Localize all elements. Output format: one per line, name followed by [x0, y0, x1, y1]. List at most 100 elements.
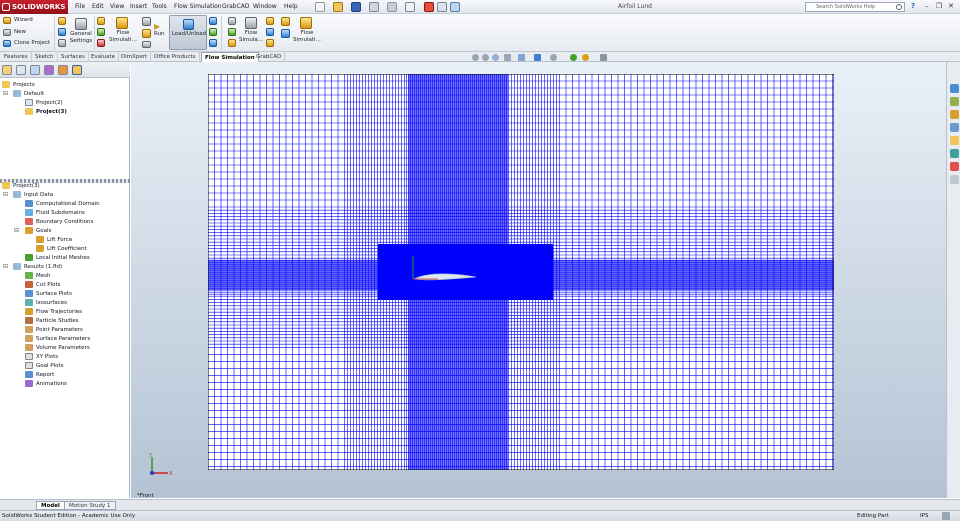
tree-item[interactable]: Fluid Subdomains [25, 209, 85, 217]
section-view-icon[interactable] [504, 54, 511, 61]
ribbon-small-icon[interactable] [142, 29, 151, 38]
feature-tree-tab-icon[interactable] [2, 65, 12, 75]
solidworks-resources-icon[interactable] [950, 84, 959, 93]
tree-item[interactable]: Boundary Conditions [25, 218, 93, 226]
custom-properties-icon[interactable] [950, 162, 959, 171]
clone-project-button[interactable]: Clone Project [14, 40, 50, 47]
save-icon[interactable] [351, 2, 361, 12]
load-unload-button[interactable]: Load/Unload [169, 15, 207, 50]
menu-flow-simulation[interactable]: Flow Simulation [174, 0, 222, 14]
menu-file[interactable]: File [75, 0, 85, 14]
display-manager-tab-icon[interactable] [58, 65, 68, 75]
new-project-button[interactable]: New [14, 29, 26, 36]
ribbon-small-icon[interactable] [58, 39, 66, 47]
collapse-icon[interactable]: ⊟ [3, 90, 8, 98]
ribbon-small-icon[interactable] [228, 17, 236, 25]
tree-item[interactable]: Computational Domain [25, 200, 100, 208]
ribbon-small-icon[interactable] [266, 17, 274, 25]
result-item[interactable]: Flow Trajectories [25, 308, 82, 316]
results-node[interactable]: Results (1.fld) [13, 263, 62, 271]
options-icon[interactable] [450, 2, 460, 12]
search-help-input[interactable]: Search SolidWorks Help [805, 2, 905, 12]
status-units[interactable]: IPS [920, 511, 928, 521]
ribbon-small-icon[interactable] [142, 17, 151, 26]
ribbon-small-icon[interactable] [97, 17, 105, 25]
ribbon-small-icon[interactable] [97, 28, 105, 36]
result-item[interactable]: Goal Plots [25, 362, 64, 370]
ribbon-small-icon[interactable] [228, 39, 236, 47]
close-icon[interactable]: ✕ [946, 2, 956, 11]
ribbon-small-icon[interactable] [281, 17, 290, 26]
solidworks-logo[interactable]: SOLIDWORKS [0, 0, 68, 14]
ribbon-small-icon[interactable] [142, 41, 151, 48]
wizard-button[interactable]: Wizard [14, 17, 33, 24]
flow-simulation-tools-button[interactable]: Flow Simulati... [292, 30, 322, 44]
tab-office-products[interactable]: Office Products [151, 52, 200, 62]
result-item[interactable]: Mesh [25, 272, 50, 280]
hide-show-items-icon[interactable] [550, 54, 557, 61]
menu-window[interactable]: Window [253, 0, 277, 14]
menu-help[interactable]: Help [284, 0, 298, 14]
view-orientation-icon[interactable] [518, 54, 525, 61]
ribbon-small-icon[interactable] [58, 28, 66, 36]
tree-item[interactable]: Local Initial Meshes [25, 254, 90, 262]
projects-root[interactable]: Projects [2, 81, 35, 89]
ribbon-small-icon[interactable] [209, 39, 217, 47]
tab-motion-study[interactable]: Motion Study 1 [64, 501, 116, 510]
flow-simulation-button[interactable]: Flow Simulati... [108, 30, 138, 44]
result-item[interactable]: Isosurfaces [25, 299, 67, 307]
result-item[interactable]: XY Plots [25, 353, 58, 361]
collapse-icon[interactable]: ⊟ [3, 263, 8, 271]
select-arrow-icon[interactable] [405, 2, 415, 12]
apply-scene-icon[interactable] [582, 54, 589, 61]
menu-view[interactable]: View [110, 0, 124, 14]
goal-item[interactable]: Lift Coefficient [36, 245, 87, 253]
configuration-manager-tab-icon[interactable] [30, 65, 40, 75]
result-item[interactable]: Surface Plots [25, 290, 72, 298]
minimize-icon[interactable]: – [922, 2, 932, 11]
result-item[interactable]: Surface Parameters [25, 335, 90, 343]
default-config[interactable]: Default [13, 90, 44, 98]
project-item[interactable]: Project(2) [25, 99, 63, 107]
analysis-tree-root[interactable]: Project(3) [2, 182, 40, 190]
edit-appearance-icon[interactable] [570, 54, 577, 61]
project-item-active[interactable]: Project(3) [25, 108, 67, 116]
result-item[interactable]: Volume Parameters [25, 344, 90, 352]
collapse-icon[interactable]: ⊟ [14, 227, 19, 235]
run-button[interactable]: Run [154, 31, 165, 38]
tree-item[interactable]: Goals [25, 227, 51, 235]
ribbon-small-icon[interactable] [209, 17, 217, 25]
new-document-icon[interactable] [315, 2, 325, 12]
tab-grabcad[interactable]: GrabCAD [253, 52, 286, 62]
appearances-icon[interactable] [950, 149, 959, 158]
undo-icon[interactable] [387, 2, 397, 12]
mesh-plot[interactable] [208, 74, 834, 470]
menu-edit[interactable]: Edit [92, 0, 104, 14]
search-icon[interactable] [896, 4, 902, 10]
ribbon-small-icon[interactable] [58, 17, 66, 25]
ribbon-small-icon[interactable] [97, 39, 105, 47]
forum-icon[interactable] [950, 175, 959, 184]
view-settings-icon[interactable] [600, 54, 607, 61]
display-style-icon[interactable] [534, 54, 541, 61]
result-item[interactable]: Cut Plots [25, 281, 60, 289]
tab-dimxpert[interactable]: DimXpert [118, 52, 152, 62]
collapse-icon[interactable]: ⊟ [3, 191, 8, 199]
previous-view-icon[interactable] [492, 54, 499, 61]
tab-model[interactable]: Model [36, 501, 65, 510]
menu-grabcad[interactable]: GrabCAD [222, 0, 250, 14]
dimxpert-manager-tab-icon[interactable] [44, 65, 54, 75]
tab-evaluate[interactable]: Evaluate [88, 52, 120, 62]
help-status-icon[interactable] [942, 512, 950, 520]
file-explorer-icon[interactable] [950, 110, 959, 119]
result-item[interactable]: Point Parameters [25, 326, 83, 334]
zoom-to-area-icon[interactable] [482, 54, 489, 61]
result-item[interactable]: Animations [25, 380, 67, 388]
result-item[interactable]: Report [25, 371, 54, 379]
ribbon-small-icon[interactable] [266, 39, 274, 47]
print-icon[interactable] [369, 2, 379, 12]
search-results-icon[interactable] [950, 123, 959, 132]
file-properties-icon[interactable] [437, 2, 447, 12]
tab-features[interactable]: Features [1, 52, 32, 62]
general-settings-button[interactable]: General Settings [69, 31, 93, 45]
